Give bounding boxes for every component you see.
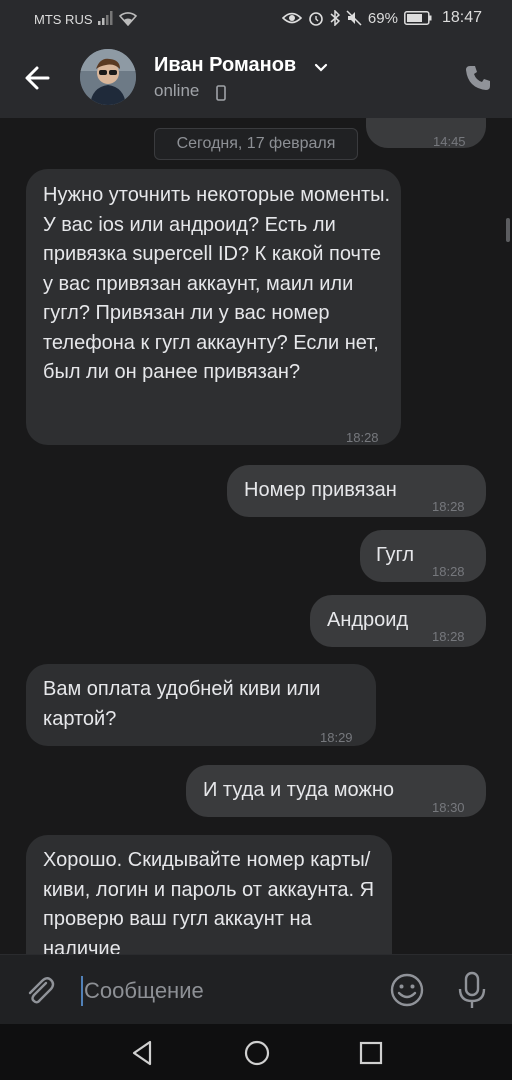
battery-icon	[404, 11, 432, 25]
message-time: 14:45	[433, 134, 466, 149]
contact-status: online	[154, 81, 200, 100]
message-bubble-out[interactable]: И туда и туда можно 18:30	[186, 765, 486, 817]
nav-home-button[interactable]	[242, 1038, 272, 1068]
message-time: 18:30	[432, 800, 465, 815]
mobile-device-icon	[216, 85, 226, 106]
eye-icon	[281, 11, 302, 25]
message-text: И туда и туда можно	[203, 779, 394, 801]
message-list[interactable]: 350 14:45 Сегодня, 17 февраля Нужно уточ…	[0, 118, 512, 954]
voice-message-button[interactable]	[452, 969, 492, 1011]
circle-home-icon	[244, 1040, 270, 1066]
back-button[interactable]	[18, 58, 58, 98]
avatar[interactable]	[80, 49, 136, 105]
alarm-icon	[308, 10, 324, 26]
message-time: 18:28	[432, 564, 465, 579]
scrollbar[interactable]	[506, 218, 510, 242]
microphone-icon	[458, 971, 486, 1008]
battery-percent: 69%	[367, 9, 398, 27]
message-bubble-in[interactable]: Нужно уточнить некоторые моменты. У вас …	[26, 169, 401, 445]
paperclip-icon	[28, 977, 55, 1004]
bluetooth-icon	[330, 10, 340, 26]
message-bubble-out[interactable]: 350 14:45	[366, 118, 486, 149]
text-caret	[81, 976, 83, 1006]
message-bubble-in[interactable]: Хорошо. Скидывайте номер карты/киви, лог…	[26, 835, 392, 954]
message-text: Нужно уточнить некоторые моменты. У вас …	[43, 184, 391, 383]
status-clock: 18:47	[441, 9, 482, 26]
message-composer	[0, 954, 512, 1024]
nav-recents-button[interactable]	[356, 1038, 386, 1068]
nav-back-button[interactable]	[128, 1038, 158, 1068]
wifi-icon	[118, 10, 138, 29]
attach-button[interactable]	[22, 973, 58, 1009]
mute-icon	[346, 10, 362, 26]
carrier-label: MTS RUS	[34, 12, 93, 27]
chevron-down-icon[interactable]	[314, 60, 328, 78]
message-text: 350	[383, 118, 416, 124]
message-time: 18:28	[432, 499, 465, 514]
emoji-button[interactable]	[388, 971, 426, 1009]
message-time: 18:28	[346, 430, 379, 445]
smiley-icon	[390, 973, 424, 1007]
message-text: Вам оплата удобней киви или картой?	[43, 678, 321, 730]
vk-chat-screen: MTS RUS 69% 18:47 Иван Романов online 14…	[0, 0, 512, 1080]
triangle-back-icon	[132, 1040, 152, 1066]
signal-icon	[98, 11, 114, 28]
message-bubble-in[interactable]: Вам оплата удобней киви или картой? 18:2…	[26, 664, 376, 746]
status-right-group: 69% 18:47	[281, 9, 482, 27]
message-input[interactable]	[84, 973, 374, 1009]
square-recents-icon	[359, 1041, 383, 1065]
phone-icon	[466, 66, 490, 90]
date-divider: Сегодня, 17 февраля	[154, 128, 358, 160]
status-bar: MTS RUS 69% 18:47	[0, 0, 512, 38]
message-bubble-out[interactable]: Номер привязан 18:28	[227, 465, 486, 517]
call-button[interactable]	[462, 62, 494, 94]
system-navigation-bar	[0, 1024, 512, 1080]
message-time: 18:29	[320, 730, 353, 745]
chat-header: Иван Романов online	[0, 38, 512, 118]
message-text: Андроид	[327, 609, 409, 631]
message-text: Номер привязан	[244, 479, 397, 501]
contact-name[interactable]: Иван Романов	[154, 54, 296, 77]
message-bubble-out[interactable]: Гугл 18:28	[360, 530, 486, 582]
message-time: 18:28	[432, 629, 465, 644]
message-text: Гугл	[376, 544, 415, 566]
arrow-left-icon	[25, 66, 50, 90]
message-bubble-out[interactable]: Андроид 18:28	[310, 595, 486, 647]
message-text: Хорошо. Скидывайте номер карты/киви, лог…	[43, 849, 375, 954]
